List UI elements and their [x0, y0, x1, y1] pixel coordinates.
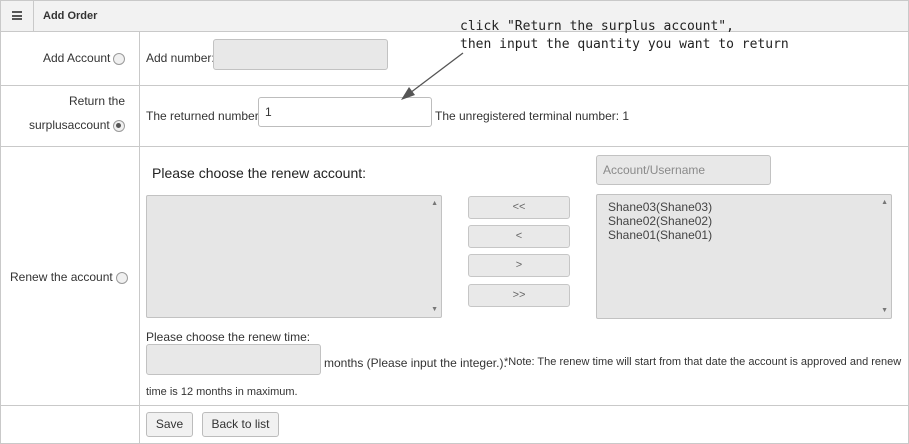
move-all-left-button[interactable]: << [468, 196, 570, 219]
return-surplus-option[interactable]: surplusaccount [29, 118, 125, 132]
list-item[interactable]: Shane02(Shane02) [608, 214, 712, 228]
renew-time-label: Please choose the renew time: [146, 330, 311, 344]
renew-note: *Note: The renew time will start from th… [504, 356, 902, 368]
move-left-button[interactable]: < [468, 225, 570, 248]
move-right-button[interactable]: > [468, 254, 570, 277]
move-all-right-button[interactable]: >> [468, 284, 570, 307]
list-item[interactable]: Shane01(Shane01) [608, 228, 712, 242]
add-number-input[interactable] [213, 39, 388, 70]
row-divider [1, 405, 908, 406]
panel-header: Add Order [1, 1, 908, 32]
add-number-label: Add number: [146, 51, 215, 65]
returned-number-input[interactable]: 1 [258, 97, 432, 127]
unregistered-terminal-text: The unregistered terminal number: 1 [435, 109, 630, 123]
account-search-input[interactable]: Account/Username [596, 155, 771, 185]
scroll-up-icon[interactable]: ▲ [431, 200, 438, 207]
returned-number-label: The returned number: [146, 109, 263, 123]
available-accounts-list[interactable]: ▲ ▼ [146, 195, 442, 318]
scroll-down-icon[interactable]: ▼ [881, 307, 888, 314]
choose-renew-title: Please choose the renew account: [152, 165, 367, 181]
scroll-down-icon[interactable]: ▼ [431, 306, 438, 313]
page-title: Add Order [43, 10, 98, 22]
add-account-radio[interactable] [113, 52, 126, 65]
column-divider [139, 32, 140, 443]
selected-accounts-list[interactable]: Shane03(Shane03) Shane02(Shane02) Shane0… [596, 194, 892, 319]
return-surplus-label-line2: surplusaccount [29, 118, 110, 132]
save-button[interactable]: Save [146, 412, 193, 437]
annotation-line2: then input the quantity you want to retu… [460, 37, 789, 52]
return-surplus-radio[interactable] [112, 119, 125, 132]
renew-note-continued: time is 12 months in maximum. [146, 386, 298, 398]
renew-months-input[interactable] [146, 344, 321, 375]
renew-account-radio[interactable] [115, 271, 128, 284]
renew-account-label: Renew the account [10, 270, 113, 284]
add-account-label: Add Account [43, 51, 111, 65]
row-divider [1, 146, 908, 147]
back-to-list-button[interactable]: Back to list [202, 412, 279, 437]
menu-toggle[interactable] [1, 1, 34, 31]
row-divider [1, 85, 908, 86]
add-account-option[interactable]: Add Account [43, 51, 126, 65]
renew-account-option[interactable]: Renew the account [10, 270, 128, 284]
account-search-placeholder: Account/Username [603, 163, 706, 177]
add-order-panel: Add Order Add Account Add number: Return… [0, 0, 909, 444]
list-item[interactable]: Shane03(Shane03) [608, 200, 712, 214]
annotation-line1: click "Return the surplus account", [460, 19, 734, 34]
menu-icon [12, 11, 22, 20]
months-hint: months (Please input the integer.). [324, 356, 507, 370]
scroll-up-icon[interactable]: ▲ [881, 199, 888, 206]
return-surplus-label-line1: Return the [69, 94, 126, 108]
